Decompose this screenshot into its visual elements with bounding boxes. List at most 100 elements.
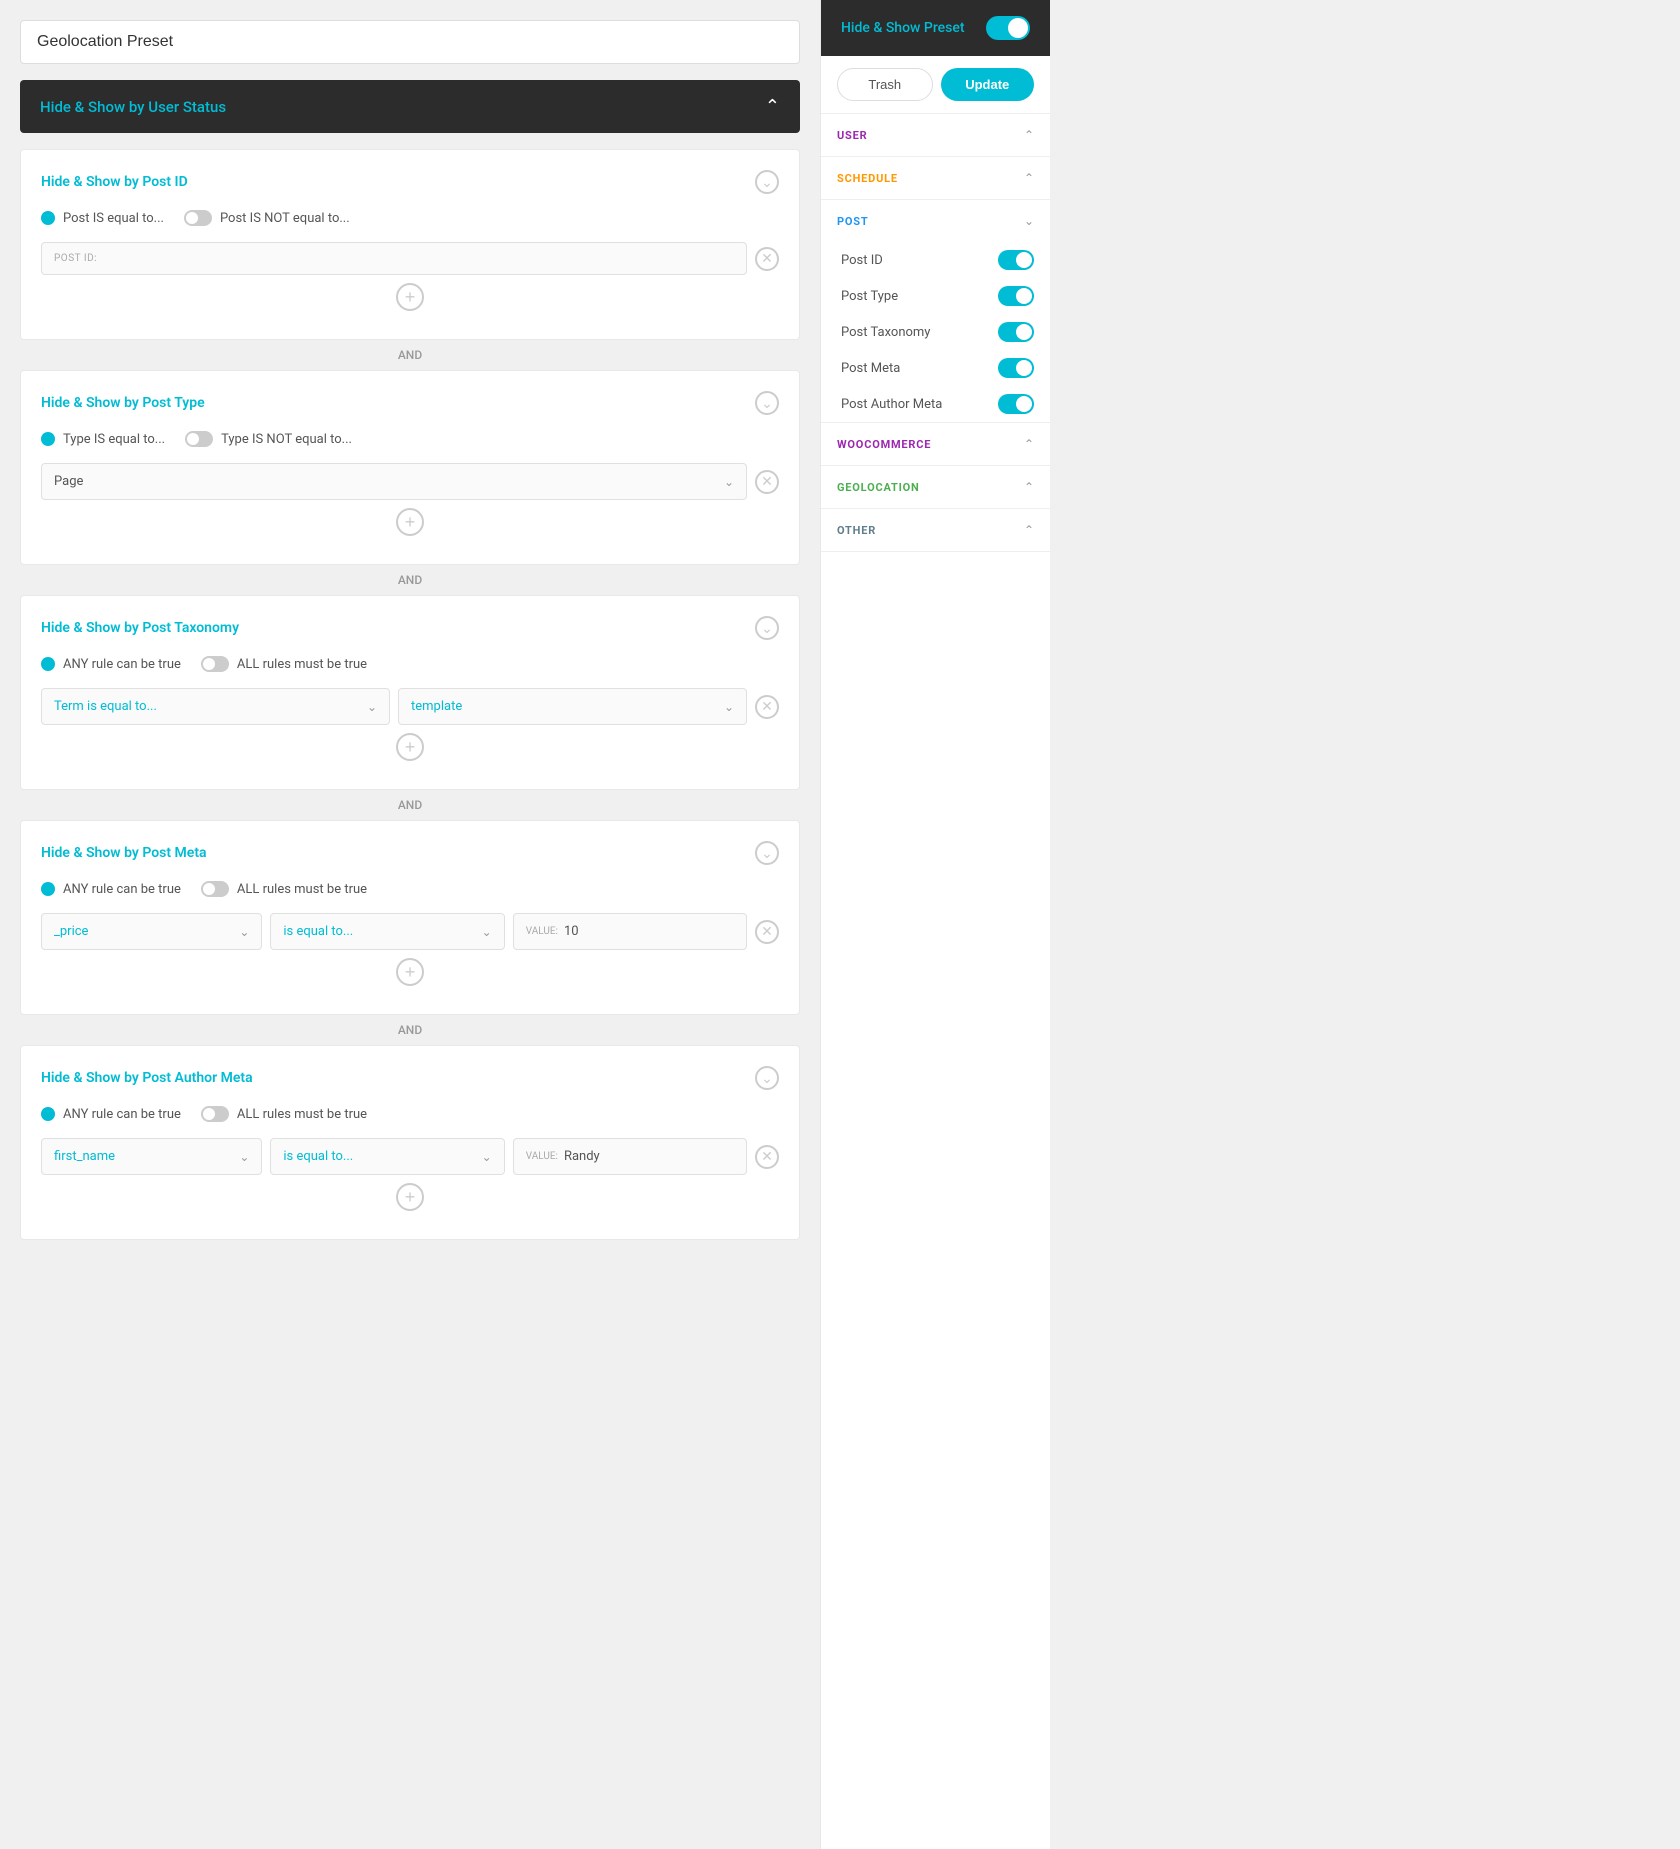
sidebar-other-header[interactable]: OTHER ⌃ [821, 509, 1050, 551]
sidebar-post-label: POST [837, 215, 868, 228]
type-is-equal-option[interactable]: Type IS equal to... [41, 432, 165, 447]
post-type-add-row: + [41, 508, 779, 536]
post-id-collapse-btn[interactable]: ⌄ [755, 170, 779, 194]
right-panel-title: Hide & Show Preset [841, 20, 965, 36]
sidebar-post-header[interactable]: POST ⌄ [821, 200, 1050, 242]
sidebar-item-post-taxonomy: Post Taxonomy [821, 314, 1050, 350]
post-id-label: POST ID: [54, 253, 97, 264]
post-id-field[interactable]: POST ID: [41, 242, 747, 275]
post-is-not-equal-dot [184, 210, 212, 226]
and-divider-3: AND [20, 798, 800, 812]
sidebar-user-chevron-icon: ⌃ [1024, 128, 1034, 142]
sidebar-post-taxonomy-label: Post Taxonomy [841, 325, 930, 340]
post-meta-collapse-btn[interactable]: ⌄ [755, 841, 779, 865]
sidebar-post-author-meta-toggle[interactable] [998, 394, 1034, 414]
sidebar-post-section: POST ⌄ Post ID Post Type Post Taxonomy P… [821, 200, 1050, 423]
post-taxonomy-add-btn[interactable]: + [396, 733, 424, 761]
trash-button[interactable]: Trash [837, 68, 933, 101]
post-id-add-btn[interactable]: + [396, 283, 424, 311]
sidebar-item-post-author-meta: Post Author Meta [821, 386, 1050, 422]
sidebar-geolocation-chevron-icon: ⌃ [1024, 480, 1034, 494]
sidebar-other-section: OTHER ⌃ [821, 509, 1050, 552]
user-status-chevron[interactable]: ⌃ [765, 96, 780, 117]
post-type-section: Hide & Show by Post Type ⌄ Type IS equal… [20, 370, 800, 565]
taxonomy-clear-btn[interactable]: ✕ [755, 695, 779, 719]
sidebar-woocommerce-header[interactable]: WOOCOMMERCE ⌃ [821, 423, 1050, 465]
and-divider-2: AND [20, 573, 800, 587]
post-type-chevron-icon: ⌄ [724, 475, 734, 489]
post-type-collapse-btn[interactable]: ⌄ [755, 391, 779, 415]
taxonomy-any-option[interactable]: ANY rule can be true [41, 657, 181, 672]
author-key-chevron-icon: ⌄ [239, 1150, 249, 1164]
post-type-add-btn[interactable]: + [396, 508, 424, 536]
post-type-dropdown[interactable]: Page ⌄ [41, 463, 747, 500]
post-taxonomy-title: Hide & Show by Post Taxonomy [41, 620, 239, 636]
post-taxonomy-header: Hide & Show by Post Taxonomy ⌄ [41, 616, 779, 640]
sidebar-post-meta-toggle[interactable] [998, 358, 1034, 378]
sidebar-post-id-toggle[interactable] [998, 250, 1034, 270]
meta-any-option[interactable]: ANY rule can be true [41, 882, 181, 897]
sidebar-user-section: USER ⌃ [821, 114, 1050, 157]
post-author-meta-title: Hide & Show by Post Author Meta [41, 1070, 253, 1086]
sidebar-geolocation-label: GEOLOCATION [837, 481, 920, 494]
meta-all-option[interactable]: ALL rules must be true [201, 881, 367, 897]
author-any-option[interactable]: ANY rule can be true [41, 1107, 181, 1122]
preset-title-input[interactable] [20, 20, 800, 64]
type-is-equal-dot [41, 432, 55, 446]
post-type-clear-btn[interactable]: ✕ [755, 470, 779, 494]
post-is-equal-option[interactable]: Post IS equal to... [41, 211, 164, 226]
post-meta-section: Hide & Show by Post Meta ⌄ ANY rule can … [20, 820, 800, 1015]
post-is-equal-dot [41, 211, 55, 225]
sidebar-post-meta-label: Post Meta [841, 361, 900, 376]
author-any-dot [41, 1107, 55, 1121]
post-taxonomy-collapse-btn[interactable]: ⌄ [755, 616, 779, 640]
sidebar-geolocation-header[interactable]: GEOLOCATION ⌃ [821, 466, 1050, 508]
sidebar-item-post-meta: Post Meta [821, 350, 1050, 386]
post-meta-add-row: + [41, 958, 779, 986]
post-author-meta-add-row: + [41, 1183, 779, 1211]
sidebar-post-author-meta-label: Post Author Meta [841, 397, 942, 412]
author-clear-btn[interactable]: ✕ [755, 1145, 779, 1169]
taxonomy-term-dropdown[interactable]: Term is equal to... ⌄ [41, 688, 390, 725]
meta-value-field[interactable]: VALUE: 10 [513, 913, 747, 950]
sidebar-woocommerce-section: WOOCOMMERCE ⌃ [821, 423, 1050, 466]
post-author-meta-toggle-row: ANY rule can be true ALL rules must be t… [41, 1106, 779, 1122]
post-type-header: Hide & Show by Post Type ⌄ [41, 391, 779, 415]
post-id-clear-btn[interactable]: ✕ [755, 247, 779, 271]
author-operator-dropdown[interactable]: is equal to... ⌄ [270, 1138, 504, 1175]
post-taxonomy-input-row: Term is equal to... ⌄ template ⌄ ✕ [41, 688, 779, 725]
meta-any-dot [41, 882, 55, 896]
sidebar-post-id-label: Post ID [841, 253, 883, 268]
sidebar-post-taxonomy-toggle[interactable] [998, 322, 1034, 342]
meta-clear-btn[interactable]: ✕ [755, 920, 779, 944]
sidebar-schedule-header[interactable]: SCHEDULE ⌃ [821, 157, 1050, 199]
meta-operator-chevron-icon: ⌄ [482, 925, 492, 939]
type-is-not-equal-option[interactable]: Type IS NOT equal to... [185, 431, 352, 447]
taxonomy-all-option[interactable]: ALL rules must be true [201, 656, 367, 672]
post-is-not-equal-option[interactable]: Post IS NOT equal to... [184, 210, 350, 226]
update-button[interactable]: Update [941, 68, 1035, 101]
post-meta-input-row: _price ⌄ is equal to... ⌄ VALUE: 10 ✕ [41, 913, 779, 950]
post-type-input-row: Page ⌄ ✕ [41, 463, 779, 500]
post-author-meta-collapse-btn[interactable]: ⌄ [755, 1066, 779, 1090]
user-status-label: Hide & Show by User Status [40, 98, 226, 116]
sidebar-other-label: OTHER [837, 524, 876, 537]
sidebar-post-type-toggle[interactable] [998, 286, 1034, 306]
author-value-field[interactable]: VALUE: Randy [513, 1138, 747, 1175]
taxonomy-value-dropdown[interactable]: template ⌄ [398, 688, 747, 725]
meta-operator-dropdown[interactable]: is equal to... ⌄ [270, 913, 504, 950]
taxonomy-term-chevron-icon: ⌄ [367, 700, 377, 714]
author-all-option[interactable]: ALL rules must be true [201, 1106, 367, 1122]
sidebar-user-header[interactable]: USER ⌃ [821, 114, 1050, 156]
sidebar-user-label: USER [837, 129, 867, 142]
sidebar-schedule-section: SCHEDULE ⌃ [821, 157, 1050, 200]
meta-key-dropdown[interactable]: _price ⌄ [41, 913, 262, 950]
author-operator-chevron-icon: ⌄ [482, 1150, 492, 1164]
author-key-dropdown[interactable]: first_name ⌄ [41, 1138, 262, 1175]
post-author-meta-add-btn[interactable]: + [396, 1183, 424, 1211]
sidebar-post-type-label: Post Type [841, 289, 898, 304]
meta-all-dot [201, 881, 229, 897]
post-id-input-row: POST ID: ✕ [41, 242, 779, 275]
preset-toggle-switch[interactable] [986, 16, 1030, 40]
post-meta-add-btn[interactable]: + [396, 958, 424, 986]
